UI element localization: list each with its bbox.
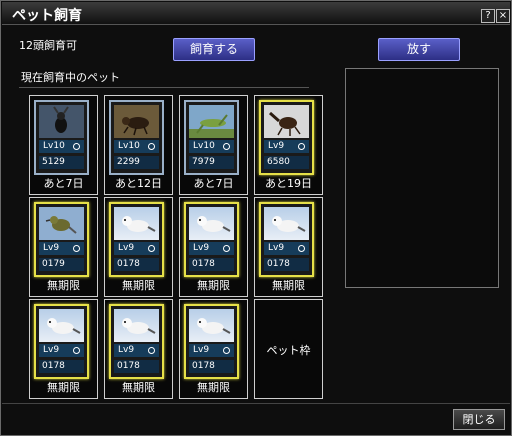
title-bar[interactable]: ペット飼育 ? × bbox=[2, 2, 510, 25]
pet-card[interactable]: Lv9 0178 bbox=[259, 202, 314, 277]
pet-card[interactable]: Lv9 0179 bbox=[34, 202, 89, 277]
status-circle-icon bbox=[148, 347, 155, 354]
pet-card[interactable]: Lv9 0178 bbox=[109, 304, 164, 379]
pet-number: 7979 bbox=[189, 156, 234, 169]
status-circle-icon bbox=[73, 143, 80, 150]
pet-level: Lv10 bbox=[189, 140, 234, 153]
pet-remaining-days: あと19日 bbox=[265, 177, 312, 190]
pet-card[interactable]: Lv9 0178 bbox=[184, 304, 239, 379]
pet-slot[interactable]: Lv10 2299 あと12日 bbox=[104, 95, 173, 195]
pet-card[interactable]: Lv9 0178 bbox=[34, 304, 89, 379]
pet-raising-window: ペット飼育 ? × 12頭飼育可 飼育する 放す 現在飼育中のペット Lv10 5… bbox=[0, 0, 512, 436]
ferret-icon bbox=[114, 309, 159, 342]
status-circle-icon bbox=[298, 143, 305, 150]
empty-pet-slot[interactable]: ペット枠 bbox=[254, 299, 323, 399]
pet-level: Lv9 bbox=[264, 140, 309, 153]
pet-card[interactable]: Lv9 0178 bbox=[184, 202, 239, 277]
bird-icon bbox=[39, 207, 84, 240]
pet-remaining-days: 無期限 bbox=[47, 279, 80, 292]
pet-level: Lv10 bbox=[114, 140, 159, 153]
pet-number: 0178 bbox=[39, 360, 84, 373]
pet-slot[interactable]: Lv10 7979 あと7日 bbox=[179, 95, 248, 195]
status-circle-icon bbox=[73, 245, 80, 252]
pet-slot[interactable]: Lv9 0178 無期限 bbox=[104, 299, 173, 399]
pet-level: Lv9 bbox=[39, 344, 84, 357]
pet-slot[interactable]: Lv9 0178 無期限 bbox=[179, 197, 248, 297]
status-circle-icon bbox=[148, 245, 155, 252]
pet-number: 0178 bbox=[264, 258, 309, 271]
pet-card[interactable]: Lv9 0178 bbox=[109, 202, 164, 277]
capacity-text: 12頭飼育可 bbox=[19, 39, 77, 52]
raise-button[interactable]: 飼育する bbox=[173, 38, 255, 61]
pet-card[interactable]: Lv10 7979 bbox=[184, 100, 239, 175]
footer-divider bbox=[2, 403, 510, 404]
pet-level: Lv9 bbox=[189, 242, 234, 255]
pet-slot[interactable]: Lv10 5129 あと7日 bbox=[29, 95, 98, 195]
pet-level: Lv9 bbox=[189, 344, 234, 357]
section-divider bbox=[19, 87, 309, 88]
pet-slot[interactable]: Lv9 0178 無期限 bbox=[104, 197, 173, 297]
status-circle-icon bbox=[73, 347, 80, 354]
pet-card[interactable]: Lv10 2299 bbox=[109, 100, 164, 175]
pet-remaining-days: 無期限 bbox=[272, 279, 305, 292]
pet-level: Lv9 bbox=[39, 242, 84, 255]
pet-number: 0178 bbox=[189, 360, 234, 373]
pet-slot[interactable]: Lv9 6580 あと19日 bbox=[254, 95, 323, 195]
status-circle-icon bbox=[223, 245, 230, 252]
help-button[interactable]: ? bbox=[481, 9, 495, 23]
rhinoceros-beetle-icon bbox=[264, 105, 309, 138]
pet-level: Lv10 bbox=[39, 140, 84, 153]
pet-slot[interactable]: Lv9 0178 無期限 bbox=[29, 299, 98, 399]
pet-number: 5129 bbox=[39, 156, 84, 169]
section-label: 現在飼育中のペット bbox=[21, 71, 120, 84]
pet-level: Lv9 bbox=[114, 242, 159, 255]
status-circle-icon bbox=[223, 143, 230, 150]
stag-beetle-icon bbox=[39, 105, 84, 138]
release-button[interactable]: 放す bbox=[378, 38, 460, 61]
ferret-icon bbox=[264, 207, 309, 240]
pet-number: 6580 bbox=[264, 156, 309, 169]
grasshopper-icon bbox=[189, 105, 234, 138]
pet-remaining-days: 無期限 bbox=[47, 381, 80, 394]
status-circle-icon bbox=[148, 143, 155, 150]
empty-slot-label: ペット枠 bbox=[266, 344, 311, 357]
pet-remaining-days: 無期限 bbox=[122, 279, 155, 292]
pet-remaining-days: あと7日 bbox=[43, 177, 84, 190]
pet-level: Lv9 bbox=[114, 344, 159, 357]
status-circle-icon bbox=[223, 347, 230, 354]
window-title: ペット飼育 bbox=[12, 8, 82, 24]
pet-remaining-days: 無期限 bbox=[197, 381, 230, 394]
ferret-icon bbox=[39, 309, 84, 342]
pet-number: 0178 bbox=[189, 258, 234, 271]
pet-slot[interactable]: Lv9 0179 無期限 bbox=[29, 197, 98, 297]
pet-remaining-days: 無期限 bbox=[122, 381, 155, 394]
pet-card[interactable]: Lv9 6580 bbox=[259, 100, 314, 175]
pet-slot[interactable]: Lv9 0178 無期限 bbox=[179, 299, 248, 399]
pet-level: Lv9 bbox=[264, 242, 309, 255]
pet-card[interactable]: Lv10 5129 bbox=[34, 100, 89, 175]
ferret-icon bbox=[114, 207, 159, 240]
close-button[interactable]: 閉じる bbox=[453, 409, 505, 430]
pet-number: 0178 bbox=[114, 360, 159, 373]
beetle-icon bbox=[114, 105, 159, 138]
status-circle-icon bbox=[298, 245, 305, 252]
pet-remaining-days: あと7日 bbox=[193, 177, 234, 190]
ferret-icon bbox=[189, 207, 234, 240]
pet-slot[interactable]: Lv9 0178 無期限 bbox=[254, 197, 323, 297]
pet-remaining-days: あと12日 bbox=[115, 177, 162, 190]
pet-number: 0179 bbox=[39, 258, 84, 271]
ferret-icon bbox=[189, 309, 234, 342]
pet-detail-panel bbox=[345, 68, 499, 288]
pet-remaining-days: 無期限 bbox=[197, 279, 230, 292]
window-close-button[interactable]: × bbox=[496, 9, 510, 23]
pet-number: 2299 bbox=[114, 156, 159, 169]
pet-number: 0178 bbox=[114, 258, 159, 271]
